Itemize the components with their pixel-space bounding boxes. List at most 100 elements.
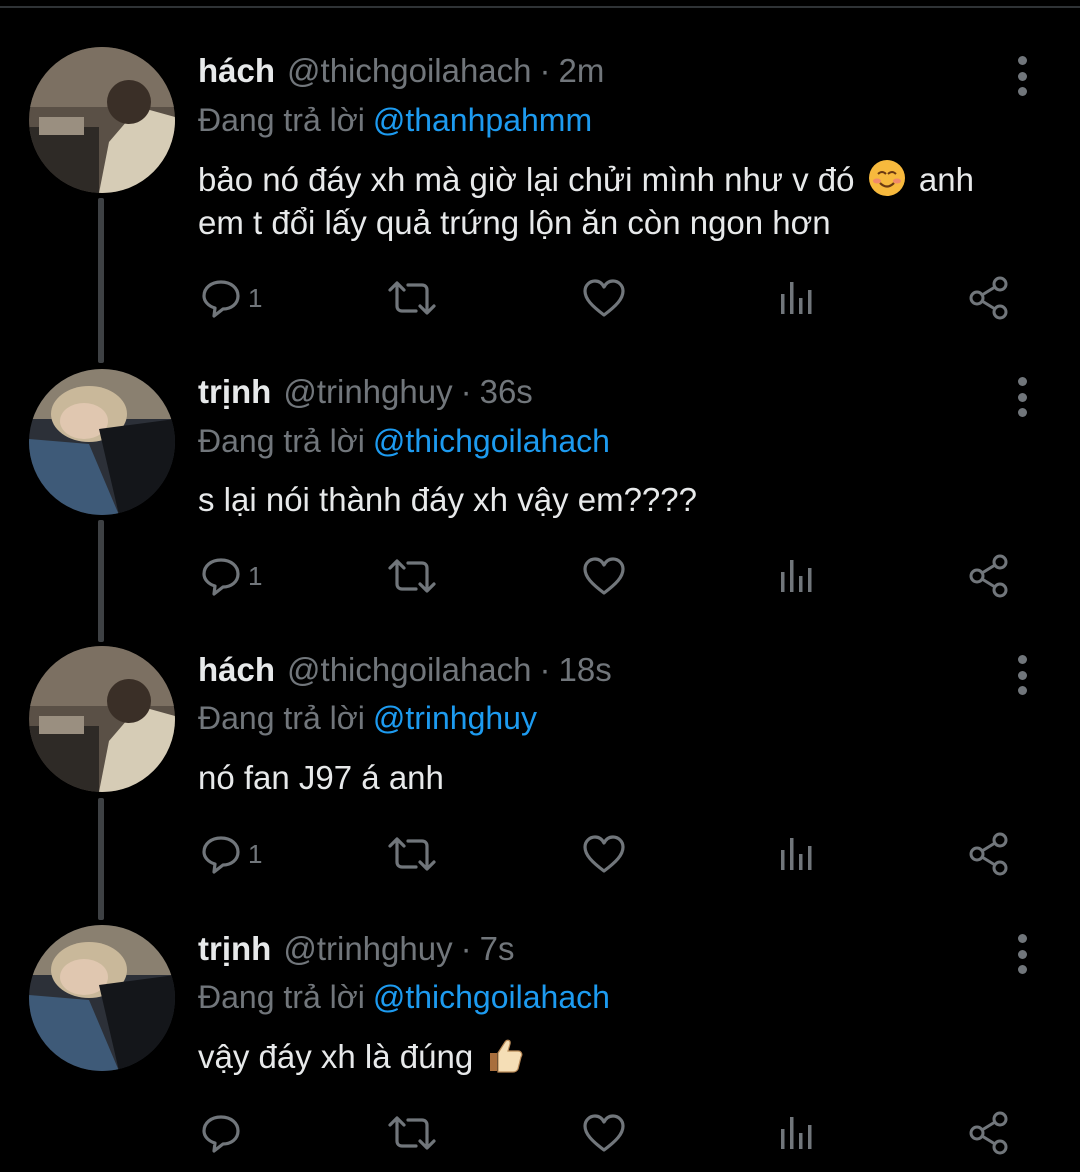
share-button[interactable] [968, 275, 1010, 321]
display-name[interactable]: trịnh [198, 373, 271, 411]
share-icon [969, 1111, 1008, 1155]
reply-button[interactable] [200, 1110, 248, 1156]
reply-icon [202, 1115, 240, 1153]
retweet-icon [388, 559, 436, 593]
share-icon [969, 832, 1008, 876]
display-name[interactable]: hách [198, 651, 275, 689]
timestamp[interactable]: 2m [559, 52, 605, 90]
heart-icon [583, 557, 625, 595]
thread-line [98, 798, 104, 920]
tweet-text-line: anh [918, 161, 974, 198]
heart-icon [583, 835, 625, 873]
reply-button[interactable]: 1 [200, 831, 262, 877]
retweet-icon [388, 837, 436, 871]
replying-label: Đang trả lời [198, 700, 365, 736]
retweet-icon [388, 281, 436, 315]
action-bar: 1 [198, 275, 1028, 321]
share-button[interactable] [968, 1110, 1010, 1156]
retweet-button[interactable] [386, 275, 438, 321]
like-button[interactable] [582, 553, 626, 599]
reply-icon [202, 280, 240, 318]
heart-icon [583, 279, 625, 317]
mention-link[interactable]: @thichgoilahach [373, 979, 610, 1015]
user-handle[interactable]: @trinhghuy [283, 373, 452, 411]
more-vertical-icon[interactable] [1010, 934, 1034, 974]
retweet-button[interactable] [386, 831, 438, 877]
share-button[interactable] [968, 831, 1010, 877]
reply-count: 1 [248, 282, 263, 313]
views-button[interactable] [778, 553, 814, 599]
reply-icon [202, 836, 240, 874]
reply-button[interactable]: 1 [200, 275, 262, 321]
tweet-text-line: nó fan J97 á anh [198, 759, 444, 796]
views-button[interactable] [778, 831, 814, 877]
timestamp[interactable]: 18s [559, 651, 612, 689]
avatar-trinh[interactable] [29, 369, 175, 515]
more-vertical-icon[interactable] [1010, 377, 1034, 417]
share-button[interactable] [968, 553, 1010, 599]
analytics-icon [781, 282, 812, 314]
smiling-face-emoji [868, 160, 905, 196]
more-vertical-icon[interactable] [1010, 655, 1034, 695]
tweet-text: s lại nói thành đáy xh vậy em???? [198, 478, 1028, 521]
separator: · [539, 651, 551, 688]
replying-to: Đang trả lời @trinhghuy [198, 700, 537, 737]
separator: · [460, 930, 472, 967]
mention-link[interactable]: @thichgoilahach [373, 423, 610, 459]
retweet-button[interactable] [386, 553, 438, 599]
timestamp[interactable]: 36s [480, 373, 533, 411]
mention-link[interactable]: @trinhghuy [373, 700, 537, 736]
avatar-hach[interactable] [29, 646, 175, 792]
tweet-header: hách @thichgoilahach · 18s [198, 651, 612, 699]
mention-link[interactable]: @thanhpahmm [373, 102, 592, 138]
top-divider [0, 6, 1080, 8]
avatar-photo-trinh [29, 925, 175, 1071]
replying-label: Đang trả lời [198, 102, 365, 138]
thread-line [98, 520, 104, 642]
more-vertical-icon[interactable] [1010, 56, 1034, 96]
analytics-icon [781, 838, 812, 870]
tweet-text-line: em t đổi lấy quả trứng lộn ăn còn ngon h… [198, 204, 831, 241]
replying-label: Đang trả lời [198, 423, 365, 459]
separator: · [460, 373, 472, 410]
retweet-icon [388, 1116, 436, 1150]
tweet-text-line: bảo nó đáy xh mà giờ lại chửi mình như v… [198, 161, 855, 198]
tweet-header: hách @thichgoilahach · 2m [198, 52, 604, 100]
heart-icon [583, 1114, 625, 1152]
avatar-photo-hach [29, 47, 175, 193]
tweet-header: trịnh @trinhghuy · 7s [198, 930, 514, 978]
reply-button[interactable]: 1 [200, 553, 262, 599]
avatar-hach[interactable] [29, 47, 175, 193]
replying-to: Đang trả lời @thanhpahmm [198, 102, 592, 139]
reply-count: 1 [248, 838, 263, 869]
user-handle[interactable]: @thichgoilahach [287, 52, 532, 90]
replying-to: Đang trả lời @thichgoilahach [198, 979, 610, 1016]
user-handle[interactable]: @trinhghuy [283, 930, 452, 968]
retweet-button[interactable] [386, 1110, 438, 1156]
like-button[interactable] [582, 831, 626, 877]
separator: · [539, 52, 551, 89]
reply-icon [202, 558, 240, 596]
avatar-photo-hach [29, 646, 175, 792]
avatar-photo-trinh [29, 369, 175, 515]
action-bar: 1 [198, 831, 1028, 877]
display-name[interactable]: hách [198, 52, 275, 90]
tweet-text: nó fan J97 á anh [198, 756, 1028, 799]
timestamp[interactable]: 7s [480, 930, 515, 968]
user-handle[interactable]: @thichgoilahach [287, 651, 532, 689]
reply-count: 1 [248, 560, 263, 591]
analytics-icon [781, 1117, 812, 1149]
views-button[interactable] [778, 275, 814, 321]
action-bar: 1 [198, 553, 1028, 599]
like-button[interactable] [582, 275, 626, 321]
action-bar [198, 1110, 1028, 1156]
display-name[interactable]: trịnh [198, 930, 271, 968]
thumbs-up-emoji [490, 1039, 523, 1073]
tweet-text-line: s lại nói thành đáy xh vậy em???? [198, 481, 697, 518]
avatar-trinh[interactable] [29, 925, 175, 1071]
share-icon [969, 554, 1008, 598]
share-icon [969, 276, 1008, 320]
views-button[interactable] [778, 1110, 814, 1156]
like-button[interactable] [582, 1110, 626, 1156]
replying-to: Đang trả lời @thichgoilahach [198, 423, 610, 460]
